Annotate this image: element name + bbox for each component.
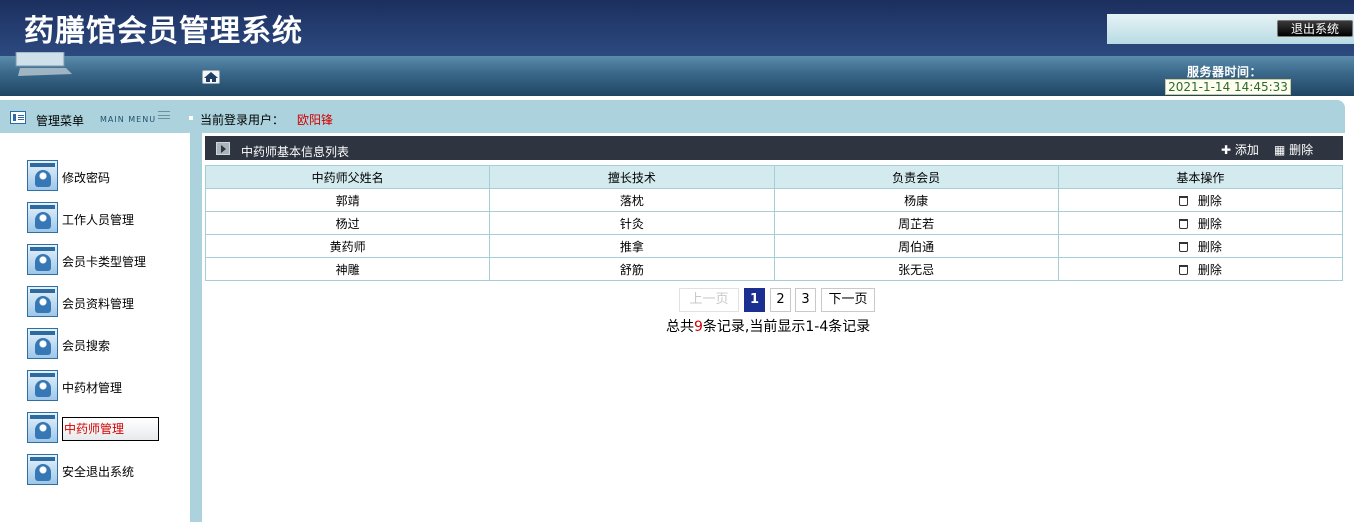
add-button[interactable]: ✚ 添加 [1221, 141, 1259, 158]
table-header-row: 中药师父姓名 擅长技术 负责会员 基本操作 [204, 165, 1344, 189]
home-icon [204, 72, 218, 82]
cell-name: 郭靖 [204, 188, 491, 212]
trash-icon [1178, 241, 1188, 252]
user-icon [27, 286, 58, 317]
sidebar-item-label: 中药材管理 [62, 381, 123, 395]
user-icon [27, 160, 58, 191]
page-button-3[interactable]: 3 [795, 288, 816, 312]
menu-icon [10, 111, 26, 124]
summary-count: 9 [694, 319, 703, 335]
cell-member: 周芷若 [773, 211, 1059, 235]
cell-action: 删除 [1057, 234, 1344, 258]
cell-action: 删除 [1057, 211, 1344, 235]
sidebar-item-herbs[interactable]: 中药材管理 [27, 370, 187, 402]
user-icon [27, 370, 58, 401]
summary-suffix: 条记录,当前显示1-4条记录 [702, 319, 871, 335]
cell-skill: 落枕 [489, 188, 775, 212]
sidebar-item-card-types[interactable]: 会员卡类型管理 [27, 244, 187, 276]
sidebar-item-herbalists[interactable]: 中药师管理 [27, 412, 187, 444]
sidebar-item-label: 会员搜索 [62, 339, 111, 353]
sidebar-divider [190, 133, 202, 522]
logout-button[interactable]: 退出系统 [1277, 20, 1353, 37]
cell-action: 删除 [1057, 188, 1344, 212]
cell-name: 杨过 [204, 211, 491, 235]
delete-button[interactable]: ▦ 删除 [1274, 141, 1313, 158]
table-row: 神雕 舒筋 张无忌 删除 [204, 257, 1344, 281]
herbalist-table: 中药师父姓名 擅长技术 负责会员 基本操作 郭靖 落枕 杨康 删除 杨过 针灸 … [204, 165, 1344, 281]
row-delete-link[interactable]: 删除 [1178, 239, 1222, 254]
column-header: 基本操作 [1057, 165, 1344, 189]
sidebar-item-staff[interactable]: 工作人员管理 [27, 202, 187, 234]
server-time-label: 服务器时间： [1187, 65, 1263, 79]
panel-header: 中药师基本信息列表 ✚ 添加 ▦ 删除 [205, 136, 1343, 160]
menu-subtitle: MAIN MENU [100, 115, 157, 124]
sidebar-item-label: 安全退出系统 [62, 465, 135, 479]
user-icon [27, 244, 58, 275]
sidebar-item-label: 工作人员管理 [62, 213, 135, 227]
column-header: 负责会员 [773, 165, 1059, 189]
page-button-2[interactable]: 2 [770, 288, 791, 312]
trash-icon [1178, 218, 1188, 229]
cell-skill: 推拿 [489, 234, 775, 258]
bullet-icon [189, 116, 193, 120]
menu-title: 管理菜单 [36, 114, 85, 128]
cell-action: 删除 [1057, 257, 1344, 281]
row-delete-link[interactable]: 删除 [1178, 216, 1222, 231]
monitor-icon [15, 52, 72, 76]
prev-page-button[interactable]: 上一页 [679, 288, 739, 312]
sidebar-item-change-password[interactable]: 修改密码 [27, 160, 187, 192]
cell-name: 神雕 [204, 257, 491, 281]
page-button-1[interactable]: 1 [744, 288, 765, 312]
row-delete-label: 删除 [1197, 262, 1222, 277]
next-page-button[interactable]: 下一页 [821, 288, 875, 312]
row-delete-label: 删除 [1197, 239, 1222, 254]
sidebar-item-label: 会员资料管理 [62, 297, 135, 311]
cell-skill: 针灸 [489, 211, 775, 235]
cell-name: 黄药师 [204, 234, 491, 258]
column-header: 擅长技术 [489, 165, 775, 189]
column-header: 中药师父姓名 [204, 165, 491, 189]
app-title: 药膳馆会员管理系统 [24, 14, 303, 49]
row-delete-link[interactable]: 删除 [1178, 193, 1222, 208]
menu-lines-icon [158, 111, 170, 121]
cell-member: 周伯通 [773, 234, 1059, 258]
row-delete-label: 删除 [1197, 193, 1222, 208]
sidebar-item-label: 会员卡类型管理 [62, 255, 147, 269]
cell-member: 张无忌 [773, 257, 1059, 281]
user-icon [27, 412, 58, 443]
sidebar: 修改密码 工作人员管理 会员卡类型管理 会员资料管理 会员搜索 中药材管理 中药… [0, 133, 190, 522]
trash-icon [1178, 195, 1188, 206]
record-summary: 总共9条记录,当前显示1-4条记录 [666, 316, 870, 336]
summary-prefix: 总共 [666, 319, 694, 335]
cell-skill: 舒筋 [489, 257, 775, 281]
sidebar-item-label: 中药师管理 [62, 417, 159, 441]
sidebar-item-label: 修改密码 [62, 171, 111, 185]
table-row: 郭靖 落枕 杨康 删除 [204, 188, 1344, 212]
user-icon [27, 202, 58, 233]
server-time-value: 2021-1-14 14:45:33 [1165, 79, 1291, 95]
sidebar-item-member-search[interactable]: 会员搜索 [27, 328, 187, 360]
sidebar-item-logout[interactable]: 安全退出系统 [27, 454, 187, 486]
panel-title: 中药师基本信息列表 [241, 145, 350, 159]
trash-icon [1178, 264, 1188, 275]
play-icon [216, 142, 230, 155]
cell-member: 杨康 [773, 188, 1059, 212]
sidebar-item-member-data[interactable]: 会员资料管理 [27, 286, 187, 318]
table-row: 杨过 针灸 周芷若 删除 [204, 211, 1344, 235]
row-delete-link[interactable]: 删除 [1178, 262, 1222, 277]
current-user-name: 欧阳锋 [297, 113, 334, 127]
home-button[interactable] [202, 70, 220, 84]
user-icon [27, 454, 58, 485]
table-row: 黄药师 推拿 周伯通 删除 [204, 234, 1344, 258]
current-user-label: 当前登录用户： [200, 113, 285, 127]
row-delete-label: 删除 [1197, 216, 1222, 231]
user-icon [27, 328, 58, 359]
